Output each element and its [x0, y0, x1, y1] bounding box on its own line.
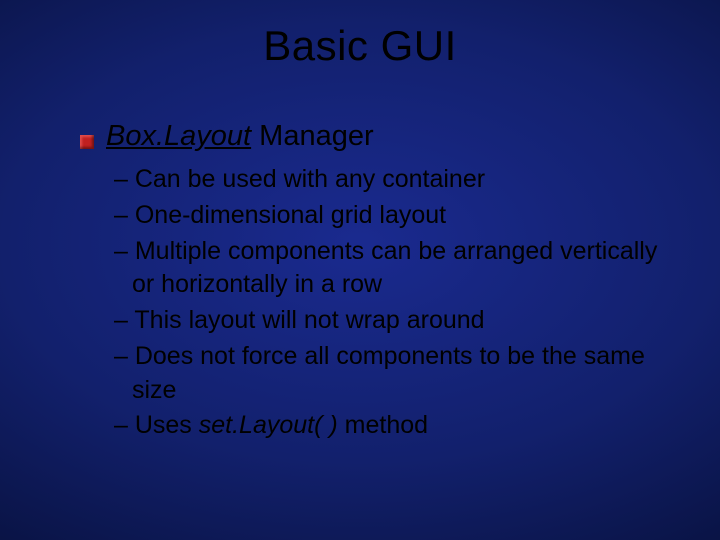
square-bullet-icon: [80, 135, 94, 149]
sub-item: – One-dimensional grid layout: [114, 199, 670, 233]
main-bullet-suffix: Manager: [251, 120, 374, 152]
main-bullet-text: Box.Layout Manager: [106, 120, 374, 153]
content-area: Box.Layout Manager – Can be used with an…: [80, 120, 670, 445]
sub-item: – Can be used with any container: [114, 163, 670, 197]
sub-item-suffix: method: [338, 411, 428, 439]
method-name: set.Layout( ): [199, 411, 338, 439]
main-bullet: Box.Layout Manager: [80, 120, 670, 153]
sub-item: – Does not force all components to be th…: [114, 340, 670, 408]
sub-item-prefix: – Uses: [114, 411, 199, 439]
sub-item: – This layout will not wrap around: [114, 304, 670, 338]
slide: Basic GUI Box.Layout Manager – Can be us…: [0, 0, 720, 540]
slide-title: Basic GUI: [0, 0, 720, 70]
sub-item: – Uses set.Layout( ) method: [114, 409, 670, 443]
class-name: Box.Layout: [106, 120, 251, 152]
sub-item: – Multiple components can be arranged ve…: [114, 235, 670, 303]
sub-list: – Can be used with any container – One-d…: [114, 163, 670, 443]
